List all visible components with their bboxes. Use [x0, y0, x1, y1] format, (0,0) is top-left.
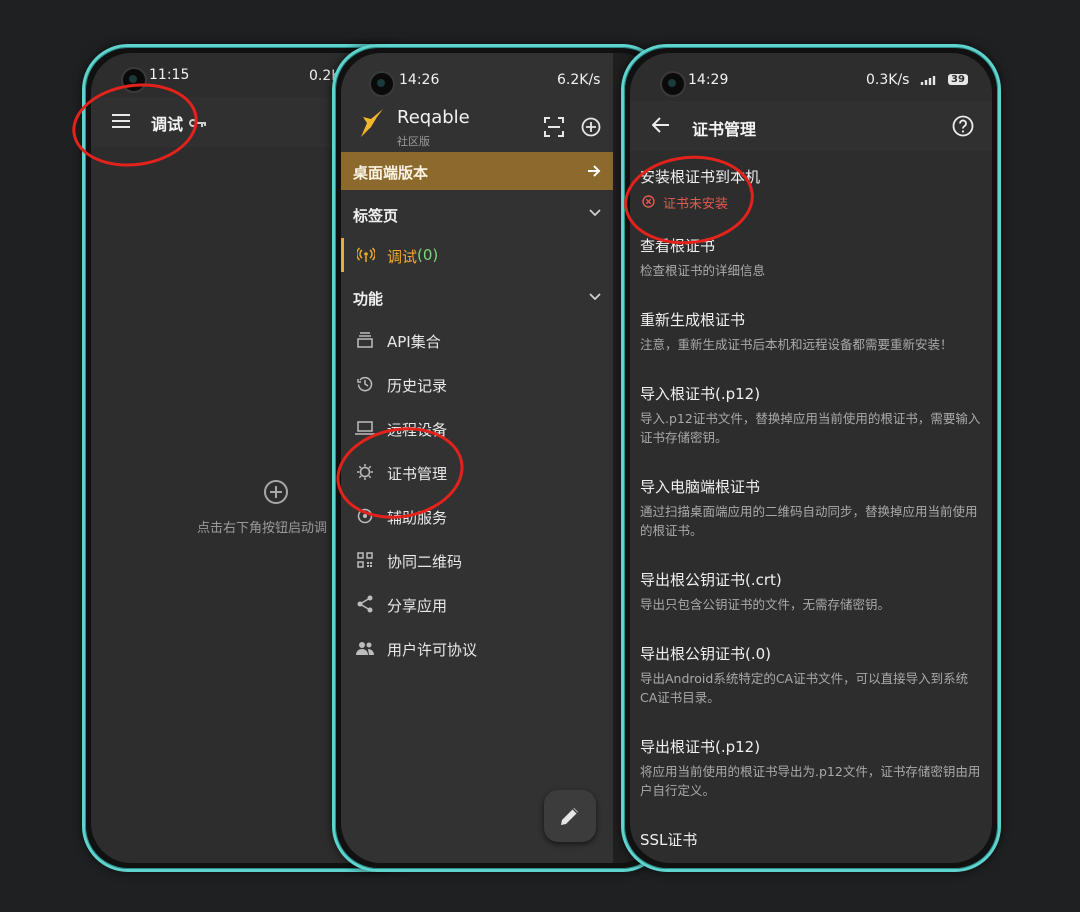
camera-icon — [660, 71, 686, 97]
antenna-icon — [357, 247, 375, 263]
section-title: 导出根公钥证书(.0) — [640, 645, 772, 663]
section-desc: 注意，重新生成证书后本机和远程设备都需要重新安装！ — [640, 337, 953, 352]
debug-count: (0) — [417, 246, 439, 264]
desktop-version-banner[interactable]: 桌面端版本 — [341, 152, 613, 190]
add-circle-icon[interactable] — [263, 479, 289, 505]
app-bar: 证书管理 — [630, 101, 992, 151]
banner-label: 桌面端版本 — [353, 164, 429, 182]
status-time: 14:26 — [399, 72, 440, 88]
laptop-icon — [355, 421, 375, 435]
section-desc: 导出Android系统特定的CA证书文件，可以直接导入到系统CA证书目录。 — [640, 671, 969, 705]
section-title: 导出根证书(.p12) — [640, 738, 761, 756]
chevron-down-icon[interactable] — [589, 293, 601, 301]
app-edition: 社区版 — [397, 135, 430, 148]
signal-icon — [920, 74, 942, 86]
chevron-down-icon[interactable] — [589, 209, 601, 217]
qrcode-icon — [357, 552, 373, 568]
menu-label: API集合 — [387, 333, 441, 351]
section-desc: 将应用当前使用的根证书导出为.p12文件，证书存储密钥由用户自行定义。 — [640, 764, 981, 798]
section-desc: 导出只包含公钥证书的文件，无需存储密钥。 — [640, 597, 891, 612]
section-desc: 导入.p12证书文件，替换掉应用当前使用的根证书，需要输入证书存储密钥。 — [640, 411, 981, 445]
empty-hint: 点击右下角按钮启动调 — [197, 521, 328, 536]
history-icon — [357, 376, 373, 392]
debug-label: 调试 — [387, 248, 418, 266]
status-bar: 14:29 0.3K/s 39 — [630, 53, 992, 97]
status-time: 11:15 — [149, 67, 190, 83]
arrow-back-icon[interactable] — [652, 117, 670, 133]
app-name: Reqable — [397, 107, 470, 128]
drawer-item-history[interactable]: 历史记录 — [341, 364, 613, 404]
menu-label: 历史记录 — [387, 377, 448, 395]
section-tabs: 标签页 — [353, 207, 399, 225]
pencil-icon — [558, 804, 582, 828]
battery-level: 39 — [948, 74, 968, 85]
section-title: 导出根公钥证书(.crt) — [640, 571, 782, 589]
arrow-right-icon — [587, 164, 601, 178]
bird-logo-icon — [355, 107, 385, 141]
section-desc: 检查根证书的详细信息 — [640, 263, 766, 278]
menu-label: 用户许可协议 — [387, 641, 478, 659]
section-title: 导入根证书(.p12) — [640, 385, 761, 403]
section-title: 导入电脑端根证书 — [640, 478, 761, 496]
menu-label: 协同二维码 — [387, 553, 463, 571]
edit-fab[interactable] — [544, 790, 596, 842]
share-icon — [357, 595, 373, 613]
people-icon — [355, 641, 375, 655]
active-indicator — [341, 238, 344, 272]
section-desc: 通过扫描桌面端应用的二维码自动同步，替换掉应用当前使用的根证书。 — [640, 504, 978, 538]
section-title: SSL证书 — [640, 831, 698, 849]
drawer-item-qrcode[interactable]: 协同二维码 — [341, 540, 613, 580]
drawer-item-debug[interactable]: 调试 (0) — [341, 236, 613, 274]
camera-icon — [369, 71, 395, 97]
drawer-item-api[interactable]: API集合 — [341, 320, 613, 360]
status-bar: 14:26 6.2K/s — [341, 53, 659, 97]
status-speed: 0.3K/s — [866, 72, 910, 88]
section-title: 重新生成根证书 — [640, 311, 746, 329]
add-circle-icon[interactable] — [581, 117, 601, 137]
page-title: 证书管理 — [692, 120, 757, 139]
scan-icon[interactable] — [544, 117, 564, 137]
drawer-item-share[interactable]: 分享应用 — [341, 584, 613, 624]
status-time: 14:29 — [688, 72, 729, 88]
section-features: 功能 — [353, 290, 384, 308]
menu-label: 分享应用 — [387, 597, 448, 615]
status-speed: 6.2K/s — [557, 72, 601, 88]
drawer-item-license[interactable]: 用户许可协议 — [341, 628, 613, 668]
collection-icon — [357, 332, 373, 348]
help-icon[interactable] — [952, 115, 974, 137]
